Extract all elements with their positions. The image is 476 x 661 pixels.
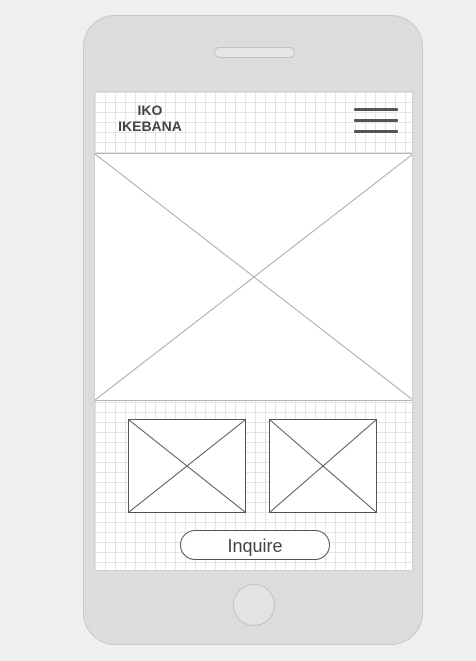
thumbnail-image-placeholder-1[interactable] — [128, 419, 246, 513]
phone-speaker — [214, 47, 295, 58]
hamburger-menu-icon[interactable] — [354, 107, 399, 135]
image-placeholder-icon — [95, 154, 413, 400]
thumbnail-image-placeholder-2[interactable] — [269, 419, 377, 513]
inquire-button[interactable]: Inquire — [180, 530, 330, 560]
menu-bar-middle — [354, 119, 398, 122]
menu-bar-bottom — [354, 130, 398, 133]
logo-line-1: IKO — [137, 102, 163, 118]
menu-bar-top — [354, 108, 398, 111]
phone-frame: IKO IKEBANA Inquire — [83, 15, 423, 645]
image-placeholder-icon — [270, 420, 376, 512]
phone-home-button[interactable] — [233, 584, 275, 626]
phone-screen: IKO IKEBANA Inquire — [94, 91, 413, 571]
image-placeholder-icon — [129, 420, 245, 512]
page: IKO IKEBANA Inquire — [0, 0, 476, 661]
site-logo[interactable]: IKO IKEBANA — [105, 102, 195, 134]
logo-line-2: IKEBANA — [118, 118, 182, 134]
hero-image-placeholder — [95, 153, 413, 401]
